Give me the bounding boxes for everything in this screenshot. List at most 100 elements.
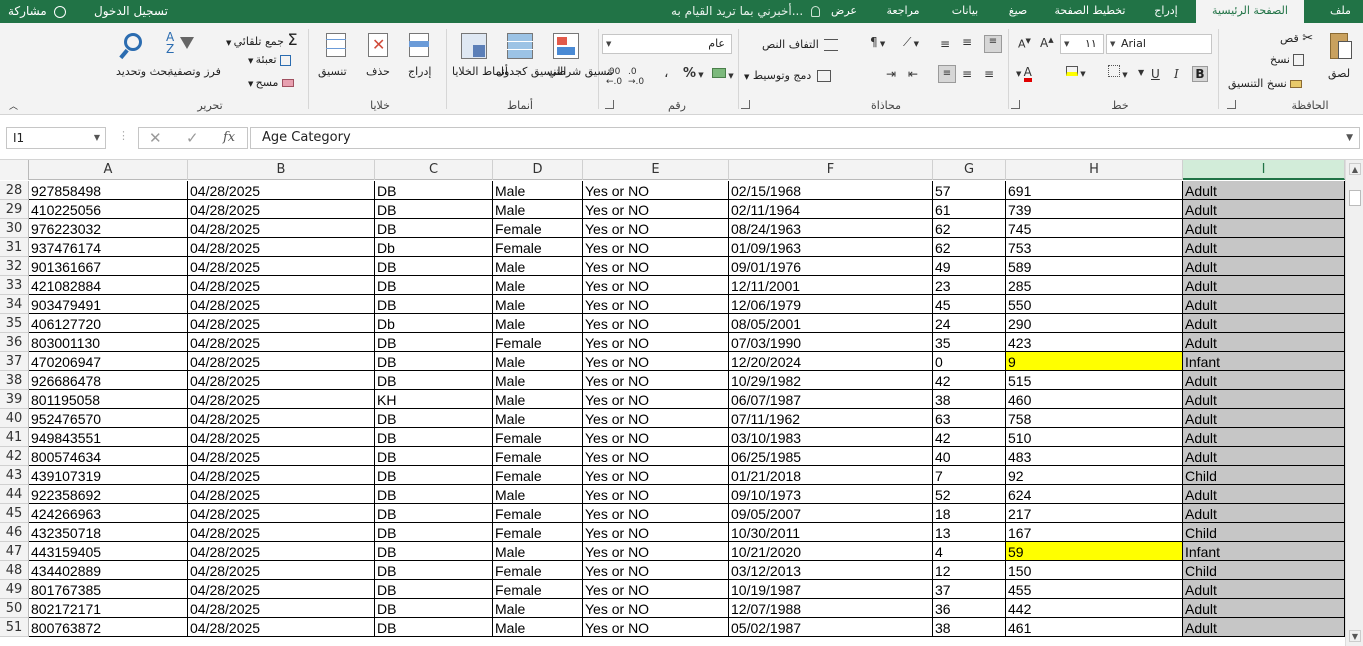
orientation-icon[interactable]: ⟋ ▼ [903, 35, 919, 50]
align-top-icon[interactable]: ≡ [984, 33, 1002, 53]
cell-i[interactable]: Adult [1183, 447, 1345, 466]
cell-b[interactable]: 04/28/2025 [188, 200, 375, 219]
scroll-up-icon[interactable]: ▲ [1349, 163, 1361, 175]
column-header-h[interactable]: H [1006, 160, 1183, 180]
cell-h[interactable]: 217 [1006, 504, 1183, 523]
column-header-e[interactable]: E [583, 160, 729, 180]
cell-f[interactable]: 12/06/1979 [729, 295, 933, 314]
cell-d[interactable]: Male [493, 276, 583, 295]
text-direction-icon[interactable]: ¶ ▼ [870, 35, 885, 49]
cell-a[interactable]: 937476174 [29, 238, 188, 257]
cell-d[interactable]: Female [493, 504, 583, 523]
collapse-ribbon-icon[interactable]: ︿ [9, 99, 18, 112]
cell-e[interactable]: Yes or NO [583, 371, 729, 390]
row-header[interactable]: 42 [0, 447, 29, 466]
fill-button[interactable]: ▼ تعبئة [248, 53, 292, 66]
cell-g[interactable]: 61 [933, 200, 1006, 219]
select-all-corner[interactable] [0, 160, 29, 180]
clipboard-launcher-icon[interactable] [1227, 100, 1236, 109]
cell-e[interactable]: Yes or NO [583, 542, 729, 561]
cell-c[interactable]: DB [375, 447, 493, 466]
cell-e[interactable]: Yes or NO [583, 295, 729, 314]
cell-f[interactable]: 08/05/2001 [729, 314, 933, 333]
cell-e[interactable]: Yes or NO [583, 485, 729, 504]
cell-e[interactable]: Yes or NO [583, 580, 729, 599]
cell-c[interactable]: DB [375, 257, 493, 276]
cell-c[interactable]: DB [375, 352, 493, 371]
row-header[interactable]: 36 [0, 333, 29, 352]
cell-e[interactable]: Yes or NO [583, 314, 729, 333]
cell-g[interactable]: 12 [933, 561, 1006, 580]
currency-icon[interactable]: ▼ [712, 67, 734, 81]
cell-c[interactable]: DB [375, 333, 493, 352]
cell-d[interactable]: Male [493, 390, 583, 409]
cell-e[interactable]: Yes or NO [583, 523, 729, 542]
cell-styles-button[interactable]: أنماط الخلايا [452, 65, 508, 78]
cell-f[interactable]: 01/21/2018 [729, 466, 933, 485]
cell-b[interactable]: 04/28/2025 [188, 504, 375, 523]
name-box[interactable]: I1 ▼ [6, 127, 106, 149]
cell-d[interactable]: Male [493, 409, 583, 428]
cell-d[interactable]: Female [493, 580, 583, 599]
cell-f[interactable]: 12/07/1988 [729, 599, 933, 618]
cell-f[interactable]: 03/10/1983 [729, 428, 933, 447]
cell-g[interactable]: 57 [933, 181, 1006, 200]
cell-g[interactable]: 38 [933, 618, 1006, 637]
cell-g[interactable]: 18 [933, 504, 1006, 523]
align-bottom-icon[interactable]: ≡ [940, 37, 950, 51]
row-header[interactable]: 38 [0, 371, 29, 390]
format-painter-button[interactable]: نسخ التنسيق [1228, 77, 1303, 90]
font-size-dropdown[interactable]: ▼ ١١ [1060, 34, 1104, 54]
tab-view[interactable]: عرض [820, 0, 868, 23]
cell-h[interactable]: 92 [1006, 466, 1183, 485]
autosum-button[interactable]: ▼ جمع تلقائي Σ [226, 30, 298, 49]
cell-d[interactable]: Female [493, 561, 583, 580]
cell-g[interactable]: 42 [933, 428, 1006, 447]
cell-b[interactable]: 04/28/2025 [188, 618, 375, 637]
row-header[interactable]: 33 [0, 276, 29, 295]
cell-g[interactable]: 63 [933, 409, 1006, 428]
cell-c[interactable]: DB [375, 542, 493, 561]
cell-i[interactable]: Adult [1183, 504, 1345, 523]
row-header[interactable]: 35 [0, 314, 29, 333]
column-header-a[interactable]: A [29, 160, 188, 180]
cell-i[interactable]: Adult [1183, 314, 1345, 333]
cell-e[interactable]: Yes or NO [583, 352, 729, 371]
column-header-i[interactable]: I [1183, 160, 1345, 180]
scrollbar-thumb[interactable] [1349, 190, 1361, 206]
cell-c[interactable]: DB [375, 219, 493, 238]
sort-filter-icon[interactable]: AZ [166, 31, 196, 61]
tab-page-layout[interactable]: تخطيط الصفحة [1044, 0, 1136, 23]
wrap-text-button[interactable]: التفاف النص [762, 38, 839, 51]
cell-a[interactable]: 439107319 [29, 466, 188, 485]
cell-i[interactable]: Adult [1183, 200, 1345, 219]
align-center-icon[interactable]: ≡ [962, 67, 972, 81]
cell-d[interactable]: Male [493, 599, 583, 618]
cell-e[interactable]: Yes or NO [583, 238, 729, 257]
vertical-scrollbar[interactable]: ▲ ▼ [1345, 160, 1363, 646]
cell-b[interactable]: 04/28/2025 [188, 276, 375, 295]
decrease-decimal-button[interactable]: .0 →.0 [628, 67, 644, 87]
format-as-table-icon[interactable] [505, 31, 535, 61]
cell-f[interactable]: 09/10/1973 [729, 485, 933, 504]
cell-d[interactable]: Male [493, 181, 583, 200]
cell-b[interactable]: 04/28/2025 [188, 523, 375, 542]
cell-d[interactable]: Female [493, 466, 583, 485]
sign-in-link[interactable]: تسجيل الدخول [94, 0, 168, 23]
align-right-icon[interactable]: ≡ [984, 67, 994, 81]
cell-d[interactable]: Female [493, 333, 583, 352]
cell-a[interactable]: 803001130 [29, 333, 188, 352]
cell-h[interactable]: 9 [1006, 352, 1183, 371]
tab-insert[interactable]: إدراج [1140, 0, 1192, 23]
cell-d[interactable]: Male [493, 295, 583, 314]
cell-h[interactable]: 455 [1006, 580, 1183, 599]
cell-f[interactable]: 10/29/1982 [729, 371, 933, 390]
cell-h[interactable]: 59 [1006, 542, 1183, 561]
enter-check-icon[interactable]: ✓ [186, 128, 199, 148]
merge-center-button[interactable]: ▼ دمج وتوسيط [744, 69, 831, 82]
cell-a[interactable]: 406127720 [29, 314, 188, 333]
tab-file[interactable]: ملف [1318, 0, 1363, 23]
cell-i[interactable]: Adult [1183, 238, 1345, 257]
cell-h[interactable]: 150 [1006, 561, 1183, 580]
cell-c[interactable]: DB [375, 466, 493, 485]
